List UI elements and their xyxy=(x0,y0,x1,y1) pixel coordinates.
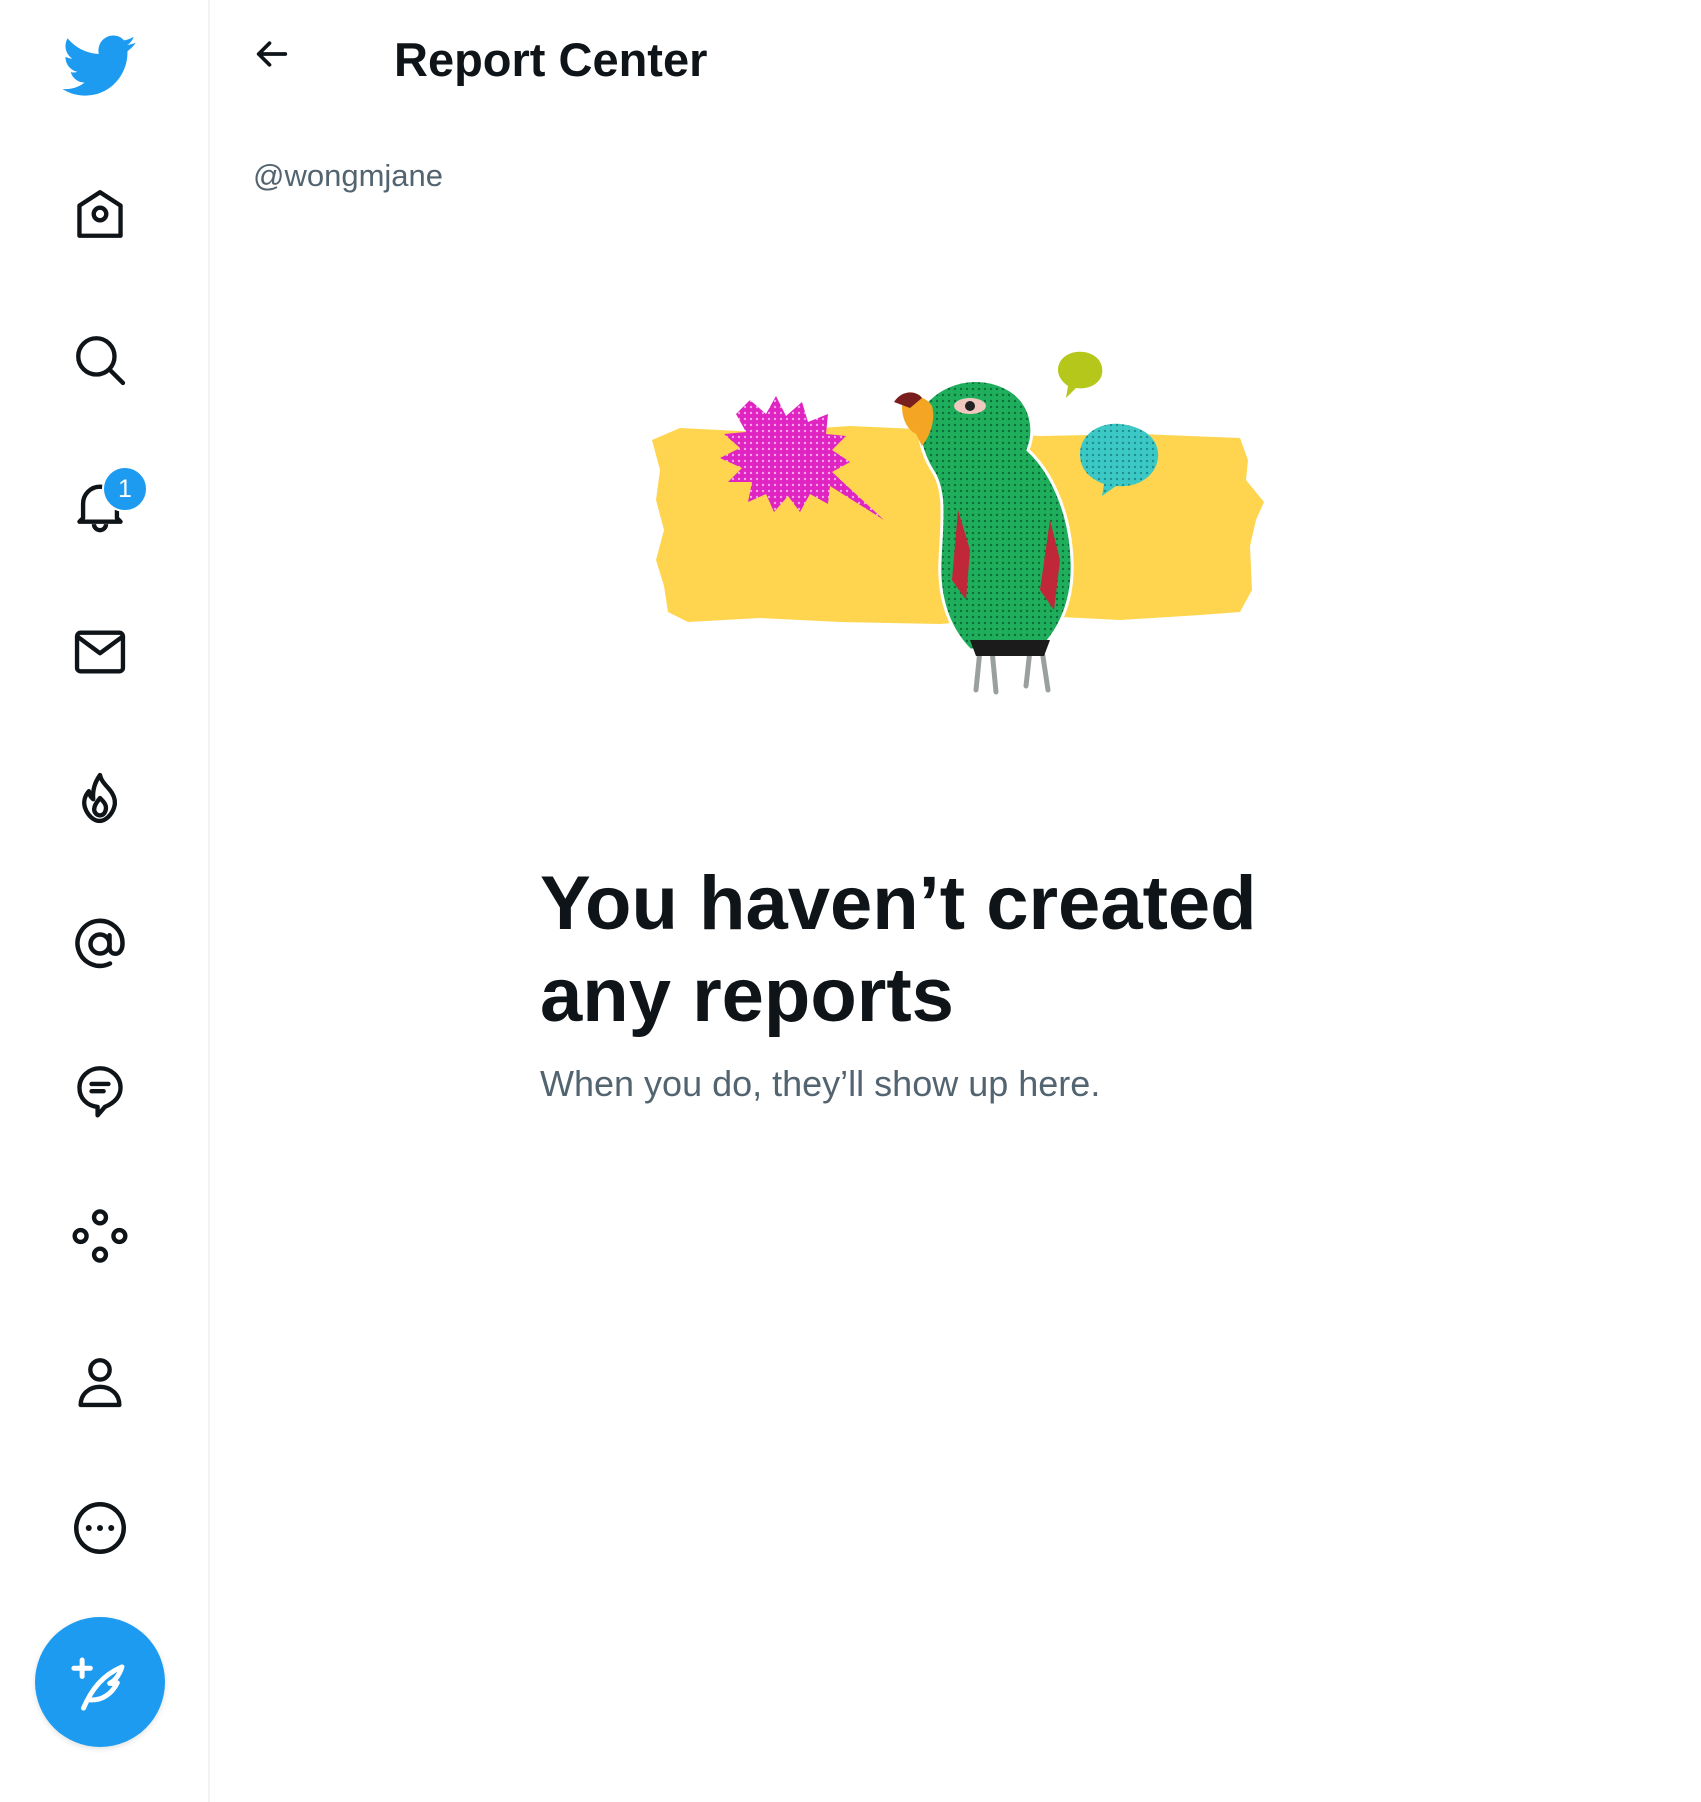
more-circle-icon xyxy=(74,1502,126,1554)
mail-icon xyxy=(74,630,126,674)
sidebar-item-home[interactable] xyxy=(50,164,150,264)
sidebar-item-explore[interactable] xyxy=(50,310,150,410)
circles-icon xyxy=(72,1209,128,1263)
sidebar-nav: 1 xyxy=(0,0,210,1802)
empty-state-title: You haven’t created any reports xyxy=(540,861,1257,1038)
small-thought-bubble xyxy=(1058,351,1103,398)
twitter-logo-link[interactable] xyxy=(50,16,150,116)
page-title: Report Center xyxy=(394,33,708,86)
compose-feather-icon xyxy=(71,1657,125,1711)
back-button[interactable] xyxy=(240,22,304,86)
sidebar-item-topics[interactable] xyxy=(50,1040,150,1140)
sidebar-item-more[interactable] xyxy=(50,1478,150,1578)
twitter-bird-icon xyxy=(63,35,136,96)
account-handle: @wongmjane xyxy=(253,158,444,193)
sidebar-item-profile[interactable] xyxy=(50,1332,150,1432)
home-icon xyxy=(77,190,123,238)
flame-icon xyxy=(82,772,118,824)
at-sign-icon xyxy=(75,918,125,969)
sidebar-item-messages[interactable] xyxy=(50,602,150,702)
compose-tweet-button[interactable] xyxy=(35,1617,165,1747)
arrow-left-icon xyxy=(256,41,288,67)
empty-state-subtitle: When you do, they’ll show up here. xyxy=(540,1063,1101,1104)
chat-bubble-icon xyxy=(77,1066,123,1118)
parrot-illustration xyxy=(640,350,1280,770)
person-icon xyxy=(78,1358,122,1408)
sidebar-item-mentions[interactable] xyxy=(50,894,150,994)
sidebar-item-trending[interactable] xyxy=(50,748,150,848)
notification-count-badge: 1 xyxy=(102,466,148,512)
sidebar-item-communities[interactable] xyxy=(50,1186,150,1286)
page-header: Report Center xyxy=(210,0,1701,125)
search-icon xyxy=(76,336,126,386)
sidebar-item-notifications[interactable]: 1 xyxy=(50,456,150,556)
